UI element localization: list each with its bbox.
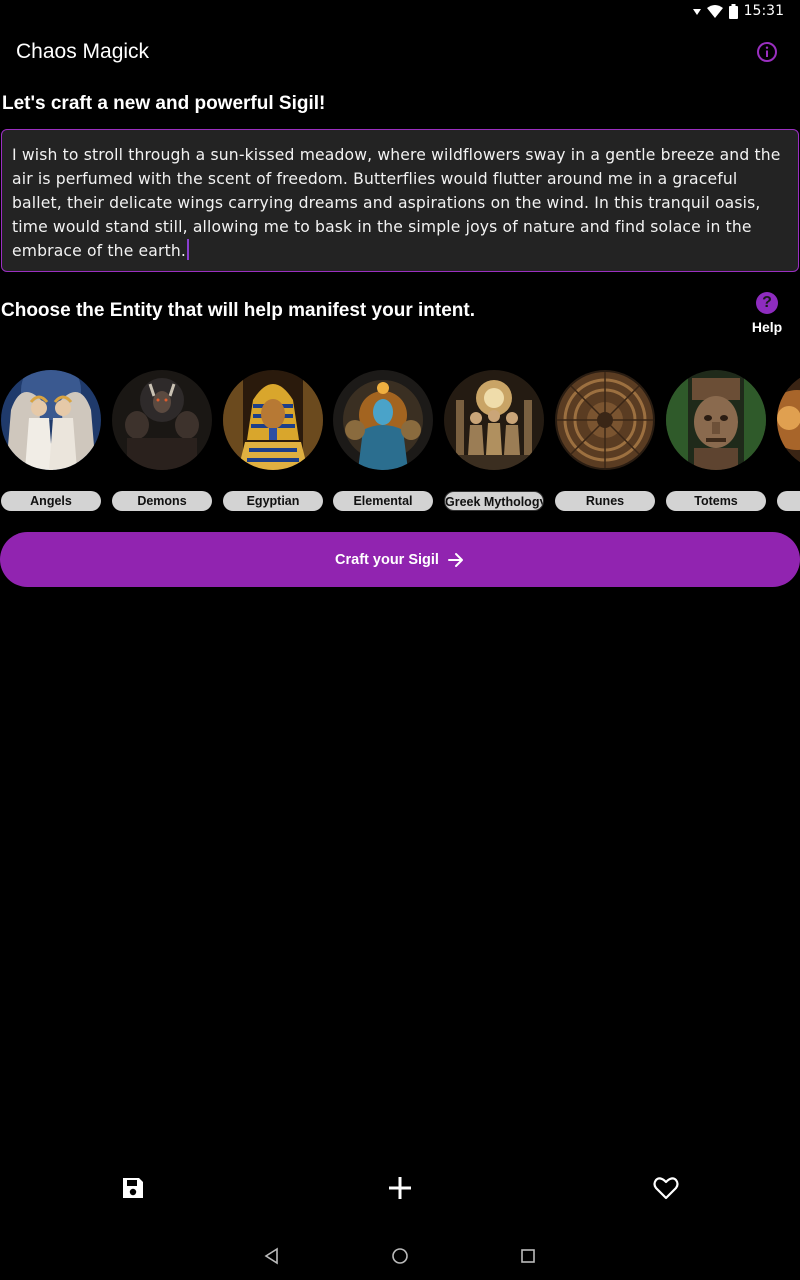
entity-egyptian[interactable]: Egyptian xyxy=(223,370,323,511)
entity-elemental[interactable]: Elemental xyxy=(333,370,433,511)
system-nav-bar xyxy=(0,1232,800,1280)
status-time: 15:31 xyxy=(743,3,784,19)
totems-image xyxy=(666,370,766,470)
entity-carousel[interactable]: Angels Demons Egyptian Elemental Greek M… xyxy=(0,370,800,520)
angels-image xyxy=(1,370,101,470)
recents-icon[interactable] xyxy=(518,1246,538,1266)
entity-partial[interactable] xyxy=(777,370,800,511)
entity-greek-mythology[interactable]: Greek Mythology xyxy=(444,370,544,511)
entity-chip: Greek Mythology xyxy=(444,491,544,511)
intent-heading: Let's craft a new and powerful Sigil! xyxy=(2,93,326,114)
entity-chip: Elemental xyxy=(333,491,433,511)
egyptian-image xyxy=(223,370,323,470)
help-button[interactable]: ? Help xyxy=(748,292,786,335)
app-bar: Chaos Magick xyxy=(0,24,800,80)
save-icon[interactable] xyxy=(119,1174,147,1202)
status-bar: 15:31 xyxy=(0,0,800,24)
craft-sigil-button[interactable]: Craft your Sigil xyxy=(0,532,800,587)
entity-heading: Choose the Entity that will help manifes… xyxy=(1,300,475,321)
entity-chip: Egyptian xyxy=(223,491,323,511)
back-icon[interactable] xyxy=(262,1246,282,1266)
runes-image xyxy=(555,370,655,470)
home-icon[interactable] xyxy=(390,1246,410,1266)
battery-icon xyxy=(728,3,738,19)
heart-icon[interactable] xyxy=(652,1174,680,1202)
elemental-image xyxy=(333,370,433,470)
help-icon: ? xyxy=(756,292,778,314)
add-icon[interactable] xyxy=(386,1174,414,1202)
arrow-right-icon xyxy=(447,552,463,567)
entity-chip xyxy=(777,491,800,511)
greek-mythology-image xyxy=(444,370,544,470)
app-title: Chaos Magick xyxy=(16,40,150,63)
status-icons: 15:31 xyxy=(692,3,784,19)
entity-runes[interactable]: Runes xyxy=(555,370,655,511)
help-label: Help xyxy=(751,319,783,335)
bottom-nav xyxy=(0,1160,800,1216)
entity-chip: Angels xyxy=(1,491,101,511)
entity-angels[interactable]: Angels xyxy=(1,370,101,511)
entity-totems[interactable]: Totems xyxy=(666,370,766,511)
entity-chip: Demons xyxy=(112,491,212,511)
intent-text: I wish to stroll through a sun-kissed me… xyxy=(12,146,781,260)
partial-entity-image xyxy=(777,370,800,470)
craft-sigil-label: Craft your Sigil xyxy=(335,551,439,568)
text-caret xyxy=(186,239,189,260)
intent-input[interactable]: I wish to stroll through a sun-kissed me… xyxy=(1,129,799,272)
entity-demons[interactable]: Demons xyxy=(112,370,212,511)
entity-chip: Totems xyxy=(666,491,766,511)
demons-image xyxy=(112,370,212,470)
entity-chip: Runes xyxy=(555,491,655,511)
info-icon[interactable] xyxy=(756,41,778,63)
signal-icon xyxy=(692,9,701,15)
wifi-icon xyxy=(706,5,723,18)
